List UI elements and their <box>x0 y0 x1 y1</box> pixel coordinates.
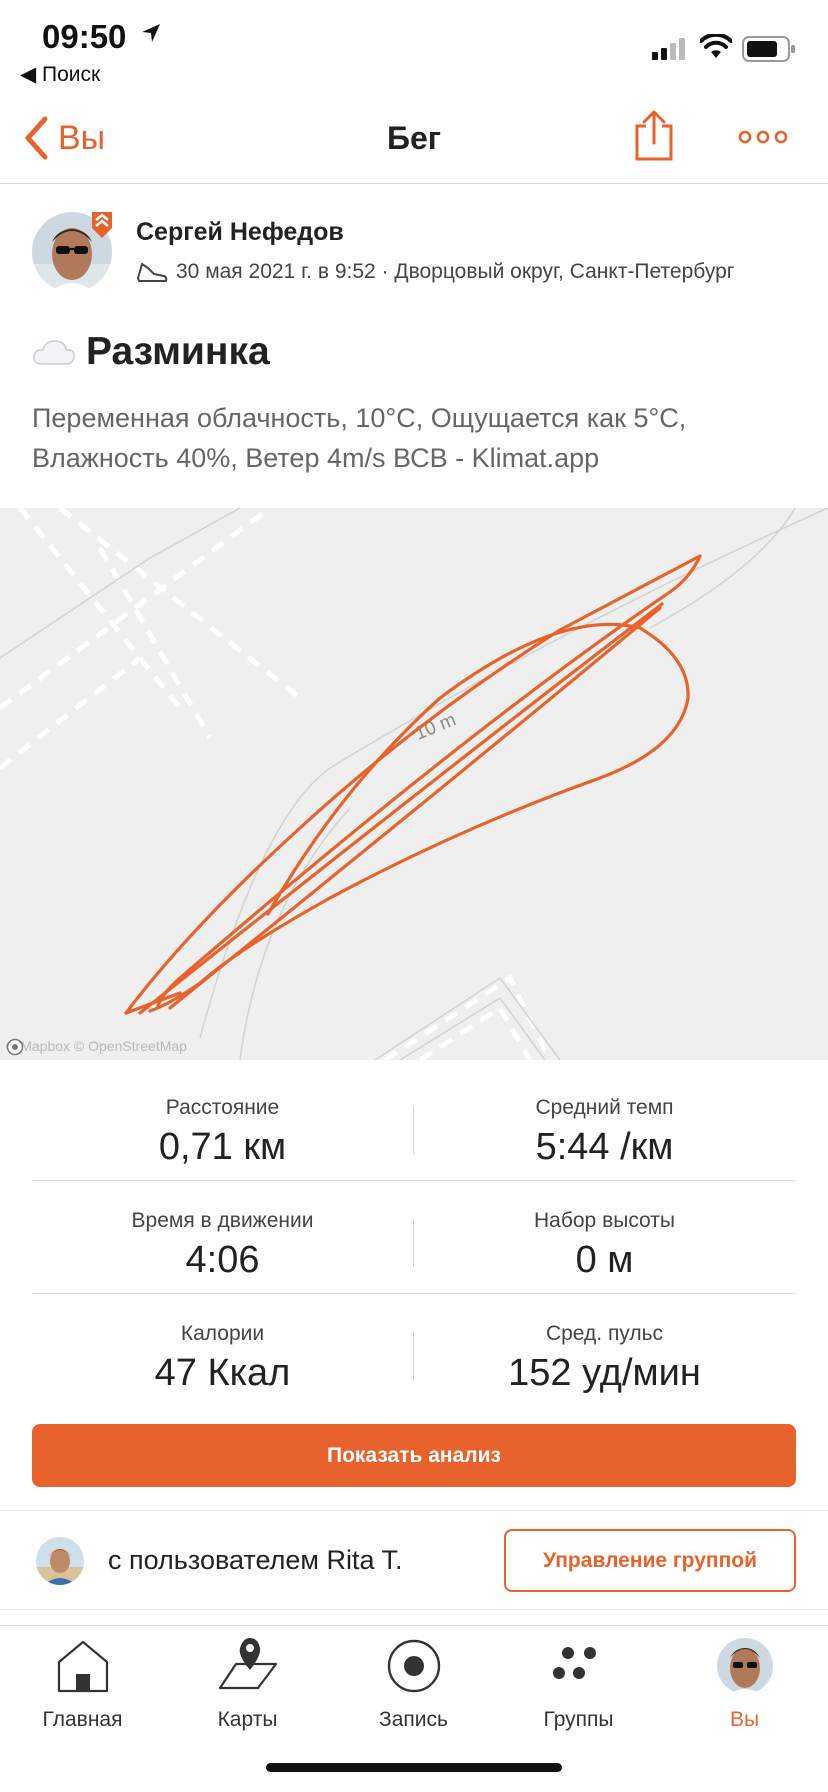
athlete-name[interactable]: Сергей Нефедов <box>136 218 344 247</box>
activity-description: Переменная облачность, 10°C, Ощущается к… <box>32 403 687 473</box>
cellular-signal-icon <box>652 38 685 60</box>
stat-avg-heart-rate: Сред. пульс 152 уд/мин <box>414 1294 795 1395</box>
tab-maps[interactable]: Карты <box>165 1626 330 1746</box>
subscriber-badge-icon <box>92 212 112 238</box>
stats-row: Калории 47 Ккал Сред. пульс 152 уд/мин <box>32 1294 796 1407</box>
show-analysis-button[interactable]: Показать анализ <box>32 1424 796 1487</box>
stat-value: 152 уд/мин <box>508 1352 701 1394</box>
athlete-avatar[interactable] <box>32 212 114 296</box>
stat-value: 4:06 <box>185 1239 260 1281</box>
stats-row: Время в движении 4:06 Набор высоты 0 м <box>32 1181 796 1294</box>
stat-label: Средний темп <box>535 1096 674 1119</box>
tab-you[interactable]: Вы <box>662 1626 827 1746</box>
activity-title-row: Разминка <box>32 330 270 374</box>
activity-stats: Расстояние 0,71 км Средний темп 5:44 /км… <box>32 1068 796 1407</box>
stat-value: 0,71 км <box>158 1126 287 1168</box>
tab-home[interactable]: Главная <box>0 1626 165 1746</box>
group-member-text[interactable]: с пользователем Rita T. <box>108 1545 402 1576</box>
stat-label: Расстояние <box>165 1096 280 1119</box>
stat-calories: Калории 47 Ккал <box>32 1294 413 1395</box>
location-arrow-icon <box>142 24 160 42</box>
map-attribution-text: © Mapbox © OpenStreetMap <box>6 1038 187 1054</box>
tab-groups[interactable]: Группы <box>496 1626 661 1746</box>
tab-label: Группы <box>543 1708 614 1731</box>
activity-title: Разминка <box>86 330 270 373</box>
route-line <box>124 554 702 1015</box>
mapbox-logo-icon <box>6 1038 24 1056</box>
groups-icon <box>552 1647 596 1679</box>
chevron-left-icon <box>25 116 48 160</box>
cloud-icon <box>33 340 75 365</box>
back-to-app-link[interactable]: ◀ Поиск <box>20 62 100 87</box>
activity-date-location: 30 мая 2021 г. в 9:52 · Дворцовый округ,… <box>176 260 735 283</box>
map-pin-icon <box>218 1638 277 1690</box>
stat-label: Сред. пульс <box>545 1322 664 1345</box>
status-time: 09:50 <box>42 18 127 55</box>
stat-label: Набор высоты <box>534 1209 675 1232</box>
record-icon <box>387 1639 440 1693</box>
route-map[interactable]: 10 m © Mapbox © OpenStreetMap <box>0 508 828 1060</box>
map-attribution[interactable]: © Mapbox © OpenStreetMap <box>6 1038 187 1056</box>
tab-label: Карты <box>217 1708 278 1731</box>
group-activity-row: с пользователем Rita T. Управление групп… <box>0 1510 828 1610</box>
back-button[interactable]: Вы <box>24 114 105 162</box>
home-indicator[interactable] <box>266 1763 562 1772</box>
tab-label: Главная <box>42 1708 123 1731</box>
stat-value: 5:44 /км <box>535 1126 674 1168</box>
tab-label: Запись <box>379 1708 448 1731</box>
stat-avg-pace: Средний темп 5:44 /км <box>414 1068 795 1169</box>
more-options-icon[interactable] <box>738 122 788 152</box>
map-paths <box>0 508 553 1060</box>
stat-distance: Расстояние 0,71 км <box>32 1068 413 1169</box>
stat-value: 0 м <box>575 1239 634 1281</box>
share-icon[interactable] <box>632 110 676 162</box>
battery-icon <box>742 36 795 62</box>
page-title: Бег <box>386 120 442 156</box>
wifi-icon <box>700 34 732 58</box>
status-bar: 09:50 ◀ Поиск <box>0 0 828 92</box>
activity-meta: 30 мая 2021 г. в 9:52 · Дворцовый округ,… <box>136 260 734 284</box>
stat-label: Калории <box>180 1322 265 1345</box>
stats-row: Расстояние 0,71 км Средний темп 5:44 /км <box>32 1068 796 1181</box>
stat-label: Время в движении <box>131 1209 314 1232</box>
nav-bar: Вы Бег <box>0 92 828 184</box>
back-button-label: Вы <box>58 118 106 157</box>
manage-group-button[interactable]: Управление группой <box>504 1529 796 1592</box>
run-shoe-icon <box>137 263 168 282</box>
home-icon <box>57 1640 108 1693</box>
stat-moving-time: Время в движении 4:06 <box>32 1181 413 1282</box>
tab-record[interactable]: Запись <box>331 1626 496 1746</box>
stat-elevation-gain: Набор высоты 0 м <box>414 1181 795 1282</box>
group-member-avatar[interactable] <box>36 1537 84 1585</box>
tab-label: Вы <box>729 1708 760 1731</box>
profile-avatar-icon <box>716 1638 773 1694</box>
stat-value: 47 Ккал <box>154 1352 291 1394</box>
route-map-canvas: 10 m <box>0 508 828 1060</box>
